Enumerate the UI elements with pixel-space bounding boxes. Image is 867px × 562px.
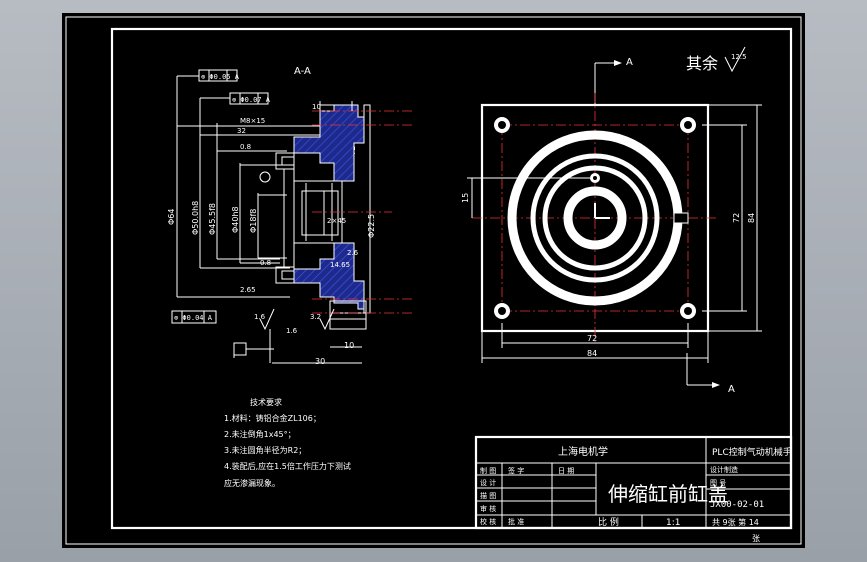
plan-dim-h72: 72 <box>732 213 741 223</box>
tb-sig-0: 签 字 <box>508 466 524 475</box>
datum-frame-1-text: ⊚ Φ0.05 A <box>201 73 240 81</box>
datum-frame-2-text: ⊚ Φ0.07 A <box>232 96 271 104</box>
drawing-sheet: A-A ⊚ Φ0.05 A ⊚ Φ0.07 A ⊚ Φ0.04 A Φ64 Φ5… <box>62 13 805 548</box>
plan-dim-h84: 84 <box>747 213 756 223</box>
dim-len10b: 10 <box>344 341 354 350</box>
tech-notes-title: 技术要求 <box>250 397 282 407</box>
inner-border <box>110 27 793 530</box>
plan-view: A A 其余 12.5 72 84 72 84 15 <box>461 46 762 395</box>
dim-d50: Φ50.0h8 <box>191 201 200 235</box>
datum-frame-3-text: ⊚ Φ0.04 A <box>174 314 213 322</box>
tb-role-0: 制 图 <box>480 466 496 475</box>
tech-note-5: 应无渗漏现象。 <box>224 478 280 488</box>
cad-drawing: A-A ⊚ Φ0.05 A ⊚ Φ0.07 A ⊚ Φ0.04 A Φ64 Φ5… <box>65 16 802 545</box>
plan-dim-off15: 15 <box>461 193 470 203</box>
dim-d18: Φ18f8 <box>249 209 258 233</box>
title-block-scale-label: 比 例 <box>598 516 619 528</box>
roughness-1: 1.6 <box>254 313 266 321</box>
circle-marker <box>259 171 271 183</box>
roughness-2: 3.2 <box>310 313 321 321</box>
tech-note-1: 1.材料：铸铝合金ZL106； <box>224 413 321 423</box>
tb-role-1: 设 计 <box>480 478 496 487</box>
dim-len10: 10 <box>312 103 321 111</box>
title-block-sheet: 共 9张 第 14 <box>712 517 759 527</box>
outer-border <box>65 16 802 545</box>
title-block-drawing-no: JX00-02-01 <box>710 500 764 510</box>
arrow-label-bottom: A <box>728 384 735 395</box>
roughness-mid: 0.8 <box>240 143 251 151</box>
technical-notes: 技术要求 1.材料：铸铝合金ZL106； 2.未注倒角1x45°； 3.未注圆角… <box>224 397 351 488</box>
title-block-school: 上海电机学 <box>558 445 608 458</box>
tb-role-3: 审 核 <box>480 504 496 513</box>
title-block-label-design: 设计制造 <box>710 465 738 474</box>
dim-len30: 30 <box>315 357 325 366</box>
datum-frame-2: ⊚ Φ0.07 A <box>229 92 271 105</box>
dim-d40: Φ40h8 <box>231 206 240 233</box>
arrow-label-top: A <box>626 57 633 68</box>
dim-v265: 2.65 <box>240 286 256 294</box>
tech-note-2: 2.未注倒角1x45°； <box>224 429 296 439</box>
dim-thread: M8×15 <box>240 117 265 125</box>
plan-dim-w84: 84 <box>587 349 597 358</box>
roughness-low: 0.8 <box>260 259 271 267</box>
section-hatch-top <box>293 104 365 182</box>
datum-frame-1: ⊚ Φ0.05 A <box>198 69 240 82</box>
section-view: A-A ⊚ Φ0.05 A ⊚ Φ0.07 A ⊚ Φ0.04 A Φ64 Φ5… <box>167 66 412 366</box>
tb-role-2: 描 图 <box>480 491 496 500</box>
title-block-label-no: 图 号 <box>710 479 726 487</box>
dim-v1465: 14.65 <box>330 261 350 269</box>
roughness-3: 1.6 <box>286 327 298 335</box>
surface-note: 其余 <box>686 54 718 73</box>
plan-dim-w72: 72 <box>587 334 597 343</box>
tb-role-5: 批 准 <box>508 517 524 526</box>
title-block-sheet-unit: 张 <box>752 534 760 543</box>
title-block: 上海电机学 PLC控制气动机械手 伸缩缸前缸盖 JX00-02-01 设计制造 … <box>474 435 793 543</box>
datum-frame-3: ⊚ Φ0.04 A <box>171 310 217 324</box>
title-block-scale: 1:1 <box>666 518 680 528</box>
tech-note-4: 4.装配后,应在1.5倍工作压力下测试 <box>224 461 351 471</box>
dim-d22: Φ22.5 <box>367 214 376 238</box>
tech-note-3: 3.未注圆角半径为R2； <box>224 445 306 455</box>
dim-chamfer: 2×45 <box>327 217 346 225</box>
tb-date-0: 日 期 <box>558 467 574 475</box>
dim-d64: Φ64 <box>167 209 176 225</box>
tb-role-4: 校 核 <box>480 517 496 526</box>
dim-v26: 2.6 <box>347 249 359 257</box>
title-block-project: PLC控制气动机械手 <box>712 446 792 458</box>
surface-roughness-value: 12.5 <box>731 53 747 61</box>
roughness-top: 32 <box>237 127 246 135</box>
section-label: A-A <box>294 66 311 77</box>
dim-d45: Φ45.5f8 <box>208 203 217 235</box>
